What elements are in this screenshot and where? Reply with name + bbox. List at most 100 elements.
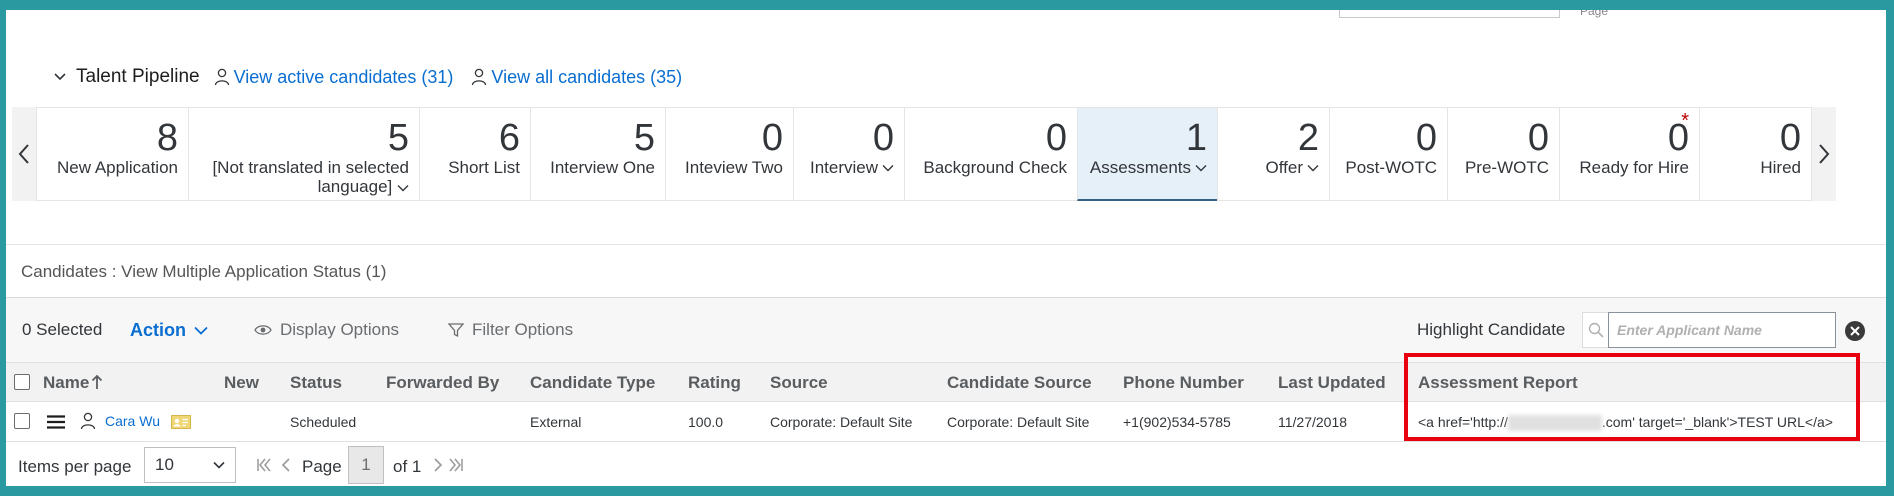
step-new-application[interactable]: 8 New Application: [36, 108, 188, 201]
items-per-page-select[interactable]: 10: [144, 447, 236, 483]
step-interview-one[interactable]: 5 Interview One: [530, 108, 665, 201]
previous-page-icon[interactable]: [278, 457, 294, 473]
row-menu-icon[interactable]: [46, 414, 66, 430]
candidates-title: Candidates : View Multiple Application S…: [21, 262, 387, 281]
highlight-annotation-box: [1404, 353, 1860, 441]
action-menu-button[interactable]: Action: [130, 320, 208, 341]
step-count: 0: [872, 117, 894, 159]
column-header-source[interactable]: Source: [770, 373, 828, 393]
step-pre-wotc[interactable]: 0 Pre-WOTC: [1447, 108, 1559, 201]
cell-phone-number: +1(902)534-5785: [1123, 414, 1231, 430]
contact-card-icon[interactable]: [171, 414, 191, 430]
step-label: [Not translated in selected language]: [212, 158, 409, 196]
step-count: 2: [1297, 117, 1319, 159]
column-header-candidate-type[interactable]: Candidate Type: [530, 373, 655, 393]
step-label-wrap: Offer: [1228, 158, 1319, 177]
person-icon: [214, 68, 229, 86]
chevron-down-icon: [1195, 164, 1207, 171]
step-label: Offer: [1265, 158, 1303, 177]
column-header-name[interactable]: Name: [43, 373, 103, 393]
column-header-rating[interactable]: Rating: [688, 373, 741, 393]
last-page-icon[interactable]: [448, 457, 464, 473]
column-header-new[interactable]: New: [224, 373, 259, 393]
next-page-icon[interactable]: [430, 457, 446, 473]
display-options-button[interactable]: Display Options: [254, 320, 399, 340]
items-per-page-value: 10: [155, 455, 174, 474]
app-window: Page Talent Pipeline View active candida…: [6, 10, 1886, 486]
pipeline-next-button[interactable]: [1812, 107, 1836, 201]
required-star-icon: *: [1681, 110, 1689, 132]
page-total-label: of 1: [393, 457, 422, 476]
column-header-status[interactable]: Status: [290, 373, 342, 393]
step-inteview-two[interactable]: 0 Inteview Two: [665, 108, 793, 201]
clear-icon[interactable]: [1844, 320, 1866, 342]
section-divider: [6, 244, 1886, 245]
row-checkbox[interactable]: [14, 413, 30, 429]
top-search-input[interactable]: [1339, 10, 1560, 18]
person-icon: [472, 68, 487, 86]
step-count: 0: [761, 117, 783, 159]
step-count: 0: [1667, 117, 1689, 159]
pipeline-header: Talent Pipeline View active candidates (…: [52, 64, 692, 90]
display-options-label: Display Options: [280, 320, 400, 339]
step-count: 8: [156, 117, 178, 159]
pipeline-steps: 8 New Application 5 [Not translated in s…: [36, 107, 1812, 201]
step-ready-for-hire[interactable]: * 0 Ready for Hire: [1559, 108, 1699, 201]
column-header-candidate-source[interactable]: Candidate Source: [947, 373, 1092, 393]
step-label-wrap: Assessments: [1088, 158, 1207, 177]
step-count: 6: [498, 117, 520, 159]
chevron-right-icon: [1819, 144, 1830, 164]
cell-candidate-type: External: [530, 414, 582, 430]
chevron-down-icon: [194, 326, 208, 335]
cell-last-updated: 11/27/2018: [1278, 414, 1348, 430]
step-label: New Application: [57, 158, 178, 177]
select-all-checkbox[interactable]: [14, 374, 30, 390]
column-header-forwarded-by[interactable]: Forwarded By: [386, 373, 499, 393]
step-label: Inteview Two: [685, 158, 783, 177]
step-interview[interactable]: 0 Interview: [793, 108, 904, 201]
step-label-wrap: Interview: [804, 158, 894, 177]
step-label-wrap: [Not translated in selected language]: [199, 158, 409, 196]
step-assessments[interactable]: 1 Assessments: [1077, 108, 1217, 201]
step-label: Assessments: [1089, 158, 1191, 177]
step-not-translated[interactable]: 5 [Not translated in selected language]: [188, 108, 419, 201]
column-header-phone-number[interactable]: Phone Number: [1123, 373, 1244, 393]
filter-options-button[interactable]: Filter Options: [448, 320, 573, 340]
sort-ascending-icon: [92, 374, 103, 389]
step-label: Hired: [1760, 158, 1801, 177]
step-post-wotc[interactable]: 0 Post-WOTC: [1329, 108, 1447, 201]
page-number-input[interactable]: 1: [348, 446, 384, 484]
filter-icon: [448, 323, 464, 338]
step-background-check[interactable]: 0 Background Check: [904, 108, 1077, 201]
chevron-down-icon: [1307, 164, 1319, 171]
step-label: Interview: [809, 158, 878, 177]
step-count: 0: [1415, 117, 1437, 159]
column-header-last-updated[interactable]: Last Updated: [1278, 373, 1386, 393]
selected-count: 0 Selected: [22, 320, 103, 339]
view-all-candidates-link[interactable]: View all candidates (35): [471, 67, 682, 88]
step-offer[interactable]: 2 Offer: [1217, 108, 1329, 201]
first-page-icon[interactable]: [256, 457, 272, 473]
step-hired[interactable]: 0 Hired: [1699, 108, 1812, 201]
chevron-down-icon: [213, 461, 225, 469]
view-active-candidates-link[interactable]: View active candidates (31): [214, 67, 453, 88]
pipeline-prev-button[interactable]: [12, 107, 36, 201]
step-count: 5: [387, 117, 409, 159]
highlight-candidate-label: Highlight Candidate: [1417, 320, 1566, 339]
step-count: 0: [1779, 117, 1801, 159]
cell-source: Corporate: Default Site: [770, 414, 913, 430]
step-short-list[interactable]: 6 Short List: [419, 108, 530, 201]
pipeline-title: Talent Pipeline: [76, 66, 200, 87]
items-per-page-label: Items per page: [18, 457, 132, 476]
chevron-left-icon: [18, 144, 29, 164]
step-label: Pre-WOTC: [1464, 158, 1549, 177]
search-icon: [1582, 312, 1608, 348]
pipeline-bar: 8 New Application 5 [Not translated in s…: [12, 107, 1836, 201]
step-count: 0: [1527, 117, 1549, 159]
candidate-name-link[interactable]: Cara Wu: [105, 413, 160, 429]
view-all-candidates-label: View all candidates (35): [491, 66, 683, 87]
applicant-name-input[interactable]: [1608, 312, 1836, 348]
page-label: Page: [302, 457, 342, 476]
step-count: 5: [633, 117, 655, 159]
collapse-chevron-icon[interactable]: [52, 69, 68, 85]
